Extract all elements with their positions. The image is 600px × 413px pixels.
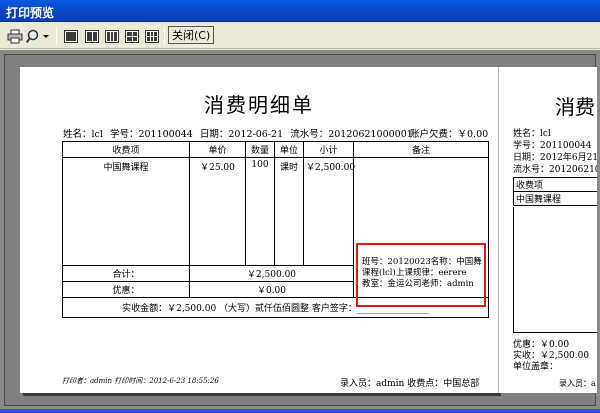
window-title: 打印预览 <box>6 6 55 20</box>
page2-table: 收费项 中国舞课程 <box>513 177 597 206</box>
item-unit: 课时 <box>274 157 304 266</box>
col-header-remark: 备注 <box>353 141 489 158</box>
serial-no: 流水号：20120621000001 <box>290 129 413 140</box>
bill-date: 日期：2012-06-21 <box>199 129 284 140</box>
item-qty: 100 <box>245 157 275 266</box>
account-due: 账户欠费：￥0.00 <box>410 129 489 140</box>
col-header-subtotal: 小计 <box>303 141 354 158</box>
taskbar-strip <box>0 409 600 413</box>
remark-line: 班号：20120023名称：中国舞 <box>362 257 482 267</box>
item-subtotal: ￥2,500.00 <box>303 157 355 266</box>
page-1: 消费明细单 姓名：lcl 学号：201100044 日期：2012-06-21 … <box>20 67 498 393</box>
toolbar: 关闭(C) <box>0 23 600 49</box>
student-no: 学号：201100044 <box>109 129 193 140</box>
entry-info: 录入员：admin 收费点：中国总部 <box>340 379 480 389</box>
three-page-icon[interactable] <box>103 26 121 46</box>
page2-footer: 录入员：a <box>559 379 596 388</box>
col-header-price: 单价 <box>189 141 246 158</box>
page2-title: 消费 <box>555 95 595 119</box>
item-name: 中国舞课程 <box>62 157 190 266</box>
remark-highlight: 班号：20120023名称：中国舞 课程(lcl)上课规律：eerere 教室：… <box>356 243 486 307</box>
print-info: 打印者：admin 打印时间：2012-6-23 18:55:26 <box>62 377 219 385</box>
printer-icon[interactable] <box>6 26 24 46</box>
doc-footer: 打印者：admin 打印时间：2012-6-23 18:55:26 录入员：ad… <box>62 376 488 389</box>
doc-title: 消费明细单 <box>204 93 314 117</box>
table-header-row: 收费项 单价 数量 单位 小计 备注 <box>62 141 489 158</box>
col-header-unit: 单位 <box>274 141 304 158</box>
two-page-icon[interactable] <box>83 26 101 46</box>
page-2: 消费 姓名：lcl 学号：201100044 日期：2012年6月21日 流水号… <box>498 67 597 393</box>
col-header-qty: 数量 <box>245 141 275 158</box>
page2-table-body <box>513 207 597 333</box>
four-page-icon[interactable] <box>123 26 141 46</box>
sum-label: 合计： <box>62 265 190 282</box>
col-header-item: 收费项 <box>62 141 190 158</box>
title-bar: 打印预览 <box>0 0 600 22</box>
page2-serial: 流水号：20120621000 <box>513 165 597 175</box>
discount-label: 优惠： <box>62 281 190 298</box>
remark-line: 教室：金运公司老师：admin <box>362 279 474 289</box>
toolbar-separator <box>56 27 57 45</box>
preview-viewport[interactable]: 消费明细单 姓名：lcl 学号：201100044 日期：2012-06-21 … <box>0 50 600 413</box>
discount-value: ￥0.00 <box>189 281 354 298</box>
sum-value: ￥2,500.00 <box>189 265 354 282</box>
page2-stamp: 单位盖章： <box>513 362 559 372</box>
item-price: ￥25.00 <box>189 157 246 266</box>
page2-item: 中国舞课程 <box>513 191 597 206</box>
student-name: 姓名：lcl <box>63 129 103 140</box>
close-button[interactable]: 关闭(C) <box>168 26 215 44</box>
six-page-icon[interactable] <box>143 26 161 46</box>
page2-col-header: 收费项 <box>513 177 597 192</box>
toolbar-separator <box>164 27 165 45</box>
zoom-icon[interactable] <box>25 26 51 46</box>
single-page-icon[interactable] <box>62 26 80 46</box>
remark-line: 课程(lcl)上课规律：eerere <box>362 268 467 278</box>
preview-canvas: 消费明细单 姓名：lcl 学号：201100044 日期：2012-06-21 … <box>4 54 597 406</box>
info-line: 姓名：lcl 学号：201100044 日期：2012-06-21 流水号：20… <box>63 126 488 140</box>
